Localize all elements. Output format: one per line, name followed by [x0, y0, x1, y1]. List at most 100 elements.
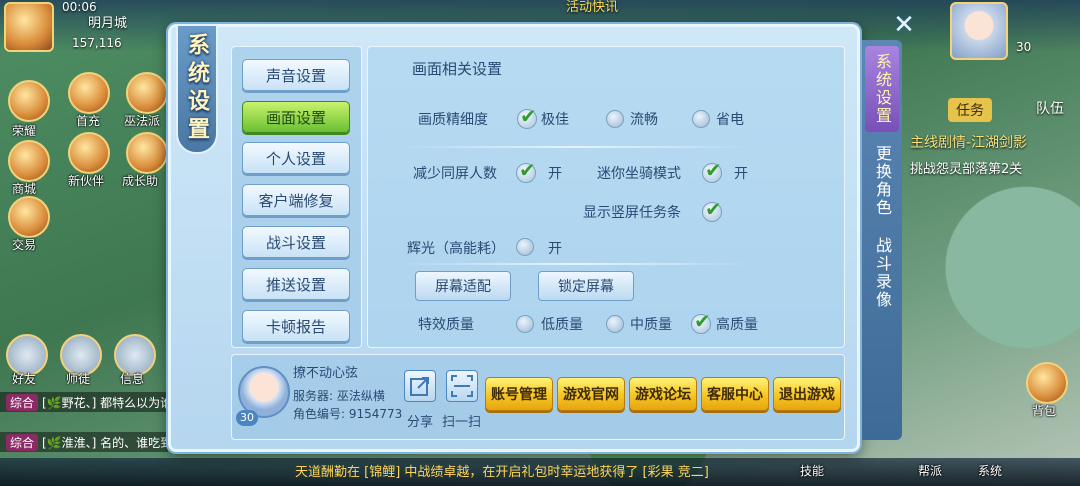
quality-option-best[interactable]: 极佳 — [541, 109, 569, 129]
glow-label: 辉光（高能耗） — [407, 241, 505, 257]
mentor-label: 师徒 — [66, 372, 91, 386]
message-label: 信息 — [120, 372, 145, 386]
quest-title[interactable]: 主线剧情-江湖剑影 — [910, 132, 1027, 152]
forum-button[interactable]: 游戏论坛 — [629, 377, 697, 411]
lock-screen-button[interactable]: 锁定屏幕 — [538, 271, 634, 301]
team-tab[interactable]: 队伍 — [1036, 98, 1064, 118]
new-partner-label: 新伙伴 — [68, 174, 105, 188]
chat-line[interactable]: 综合 [🌿淮淮、] 名的、谁吃到让我爱吃到 — [0, 432, 232, 452]
bottom-system[interactable]: 系统 — [978, 462, 1002, 479]
avatar-level-badge: 30 — [236, 410, 258, 426]
companion-portrait[interactable] — [950, 2, 1008, 60]
quality-option-best-check[interactable] — [517, 104, 537, 129]
glory-label: 荣耀 — [12, 124, 37, 138]
mini-mount-label: 迷你坐骑模式 — [597, 166, 681, 182]
exit-game-button[interactable]: 退出游戏 — [773, 377, 841, 411]
bottom-skill[interactable]: 技能 — [800, 462, 824, 479]
vertical-task-check[interactable] — [702, 197, 722, 222]
friends-label: 好友 — [12, 372, 37, 386]
faction-label: 巫法派 — [124, 114, 161, 128]
menu-display-settings[interactable]: 画面设置 — [242, 101, 350, 133]
task-tab[interactable]: 任务 — [948, 98, 992, 122]
account-manage-button[interactable]: 账号管理 — [485, 377, 553, 411]
tab-battle-replay[interactable]: 战斗录像 — [865, 230, 899, 316]
first-charge-label: 首充 — [76, 114, 101, 128]
divider — [400, 146, 750, 148]
glory-icon[interactable] — [8, 80, 50, 122]
glow-check[interactable] — [516, 238, 534, 256]
tab-change-role[interactable]: 更换角色 — [865, 138, 899, 224]
bag-icon[interactable] — [1026, 362, 1068, 404]
growth-label: 成长助 — [122, 174, 159, 188]
section-title: 画面相关设置 — [412, 60, 503, 78]
quality-label: 画质精细度 — [418, 112, 488, 128]
menu-client-repair[interactable]: 客户端修复 — [242, 184, 350, 216]
share-button[interactable] — [404, 370, 436, 402]
menu-personal-settings[interactable]: 个人设置 — [242, 142, 350, 174]
menu-battle-settings[interactable]: 战斗设置 — [242, 226, 350, 258]
official-site-button[interactable]: 游戏官网 — [557, 377, 625, 411]
quality-option-power-radio[interactable] — [692, 110, 710, 128]
tab-change-role-label: 更换角色 — [873, 145, 892, 217]
scan-button[interactable] — [446, 370, 478, 402]
chat-line[interactable]: 综合 [🌿野花、] 都特么以为谁是 — [0, 392, 184, 412]
effects-low-radio[interactable] — [516, 315, 534, 333]
account-role-id: 角色编号: 9154773 — [293, 407, 403, 421]
system-ticker: 天道酬勤在 [锦鲤] 中战绩卓越，在开启礼包时幸运地获得了 [彩果 竞二] — [295, 465, 709, 480]
effects-label: 特效质量 — [418, 317, 474, 333]
mini-mount-check[interactable] — [702, 158, 722, 183]
chat-channel-tag: 综合 — [6, 394, 39, 411]
dialog-title-ribbon: 系统设置 — [176, 24, 218, 154]
new-partner-icon[interactable] — [68, 132, 110, 174]
customer-service-button[interactable]: 客服中心 — [701, 377, 769, 411]
player-portrait[interactable] — [4, 2, 54, 52]
close-button[interactable]: ✕ — [889, 10, 919, 40]
menu-push-settings[interactable]: 推送设置 — [242, 268, 350, 300]
tab-system-settings[interactable]: 系统设置 — [865, 46, 899, 132]
reduce-players-value: 开 — [548, 166, 562, 182]
trade-icon[interactable] — [8, 196, 50, 238]
scan-icon — [451, 375, 473, 397]
hud-event-text: 活动快讯 — [566, 0, 619, 15]
share-icon — [410, 377, 429, 396]
effects-low[interactable]: 低质量 — [541, 314, 583, 334]
bottom-guild[interactable]: 帮派 — [918, 462, 942, 479]
mini-mount-value: 开 — [734, 166, 748, 182]
hud-currency: 157,116 — [72, 36, 122, 50]
growth-icon[interactable] — [126, 132, 168, 174]
effects-high-check[interactable] — [691, 309, 711, 334]
shop-label: 商城 — [12, 182, 37, 196]
share-label: 分享 — [407, 415, 434, 430]
trade-label: 交易 — [12, 238, 37, 252]
account-name: 撩不动心弦 — [293, 366, 359, 381]
dialog-title: 系统设置 — [184, 33, 210, 145]
bag-label: 背包 — [1032, 404, 1057, 418]
chat-channel-tag: 综合 — [6, 434, 39, 451]
display-settings-panel — [367, 46, 845, 348]
quality-option-smooth-radio[interactable] — [606, 110, 624, 128]
menu-lag-report[interactable]: 卡顿报告 — [242, 310, 350, 342]
reduce-players-label: 减少同屏人数 — [413, 166, 497, 182]
hud-location: 明月城 — [88, 16, 128, 31]
effects-medium[interactable]: 中质量 — [630, 314, 672, 334]
menu-sound-settings[interactable]: 声音设置 — [242, 59, 350, 91]
close-icon: ✕ — [893, 10, 915, 40]
quality-option-smooth[interactable]: 流畅 — [630, 109, 658, 129]
divider — [400, 263, 750, 265]
scan-label: 扫一扫 — [442, 415, 482, 430]
quest-desc[interactable]: 挑战怨灵部落第2关 — [910, 158, 1022, 177]
vertical-task-label: 显示竖屏任务条 — [583, 205, 681, 221]
effects-medium-radio[interactable] — [606, 315, 624, 333]
tab-battle-replay-label: 战斗录像 — [873, 237, 892, 309]
shop-icon[interactable] — [8, 140, 50, 182]
reduce-players-check[interactable] — [516, 158, 536, 183]
tab-system-settings-label: 系统设置 — [873, 53, 892, 125]
chat-text: [🌿野花、] 都特么以为谁是 — [42, 396, 185, 410]
first-charge-icon[interactable] — [68, 72, 110, 114]
fit-screen-button[interactable]: 屏幕适配 — [415, 271, 511, 301]
effects-high[interactable]: 高质量 — [716, 314, 758, 334]
companion-level: 30 — [1016, 40, 1032, 54]
glow-value: 开 — [548, 241, 562, 257]
faction-icon[interactable] — [126, 72, 168, 114]
quality-option-power[interactable]: 省电 — [716, 109, 744, 129]
